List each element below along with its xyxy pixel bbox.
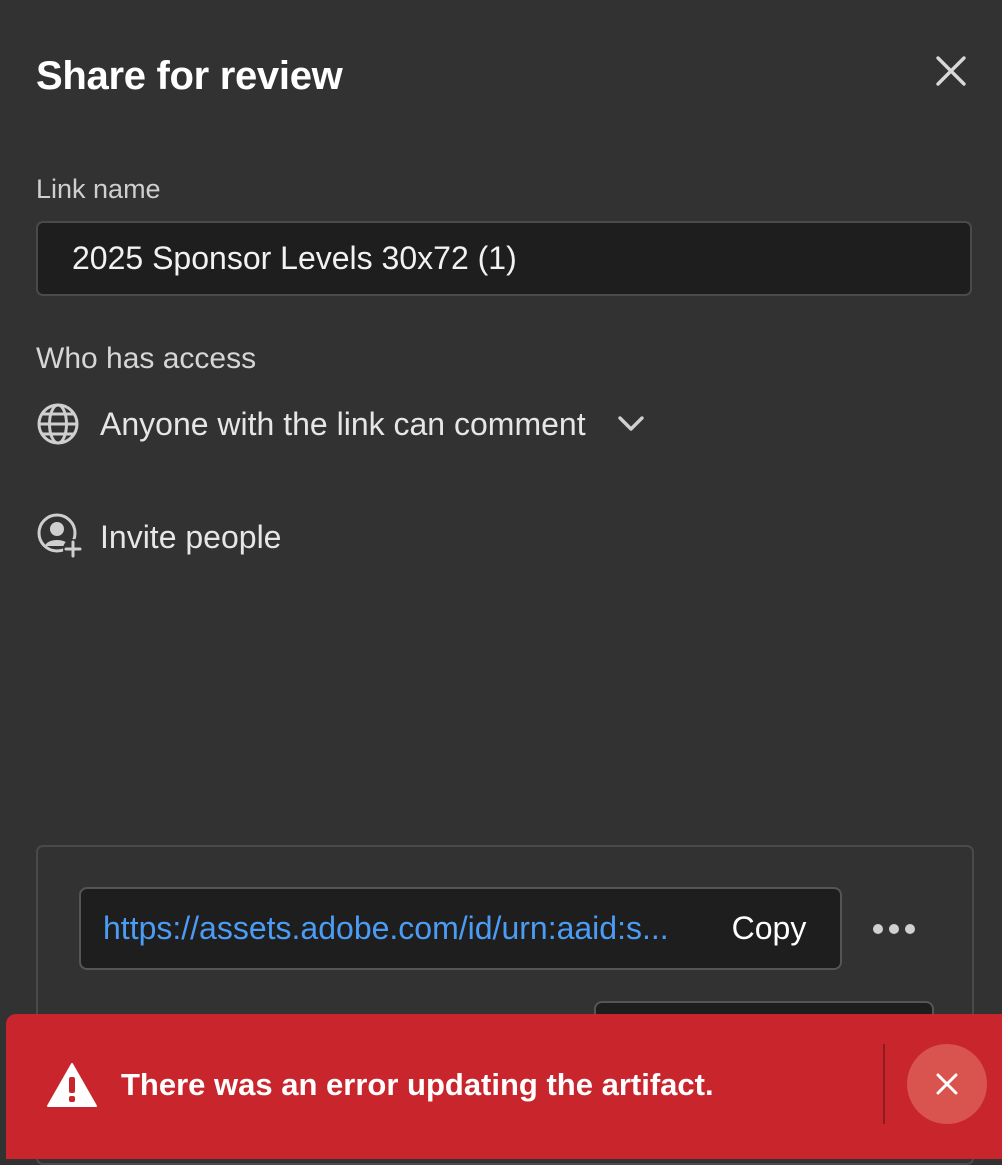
dialog-title: Share for review (36, 54, 343, 98)
link-name-label: Link name (36, 174, 161, 204)
share-link-field: https://assets.adobe.com/id/urn:aaid:s..… (79, 887, 842, 970)
toast-divider (883, 1044, 885, 1124)
user-add-icon (36, 512, 86, 562)
more-icon (873, 924, 915, 934)
toast-close-button[interactable] (907, 1044, 987, 1124)
invite-people-button[interactable]: Invite people (36, 510, 281, 564)
link-name-input[interactable] (36, 221, 972, 296)
close-icon (936, 56, 966, 86)
share-link-url[interactable]: https://assets.adobe.com/id/urn:aaid:s..… (103, 889, 675, 968)
copy-button[interactable]: Copy (719, 889, 819, 968)
close-icon (936, 1073, 958, 1095)
error-message: There was an error updating the artifact… (121, 1067, 714, 1102)
access-value: Anyone with the link can comment (100, 405, 586, 442)
alert-icon (47, 1063, 97, 1107)
error-toast: There was an error updating the artifact… (6, 1014, 1002, 1159)
more-options-button[interactable] (866, 909, 922, 949)
access-dropdown[interactable]: Anyone with the link can comment (36, 398, 646, 450)
globe-icon (36, 402, 80, 446)
close-button[interactable] (926, 46, 976, 96)
access-label: Who has access (36, 342, 257, 375)
share-dialog: Share for review Link name Who has acces… (0, 0, 1002, 1165)
invite-people-label: Invite people (100, 518, 282, 555)
chevron-down-icon (616, 409, 646, 439)
